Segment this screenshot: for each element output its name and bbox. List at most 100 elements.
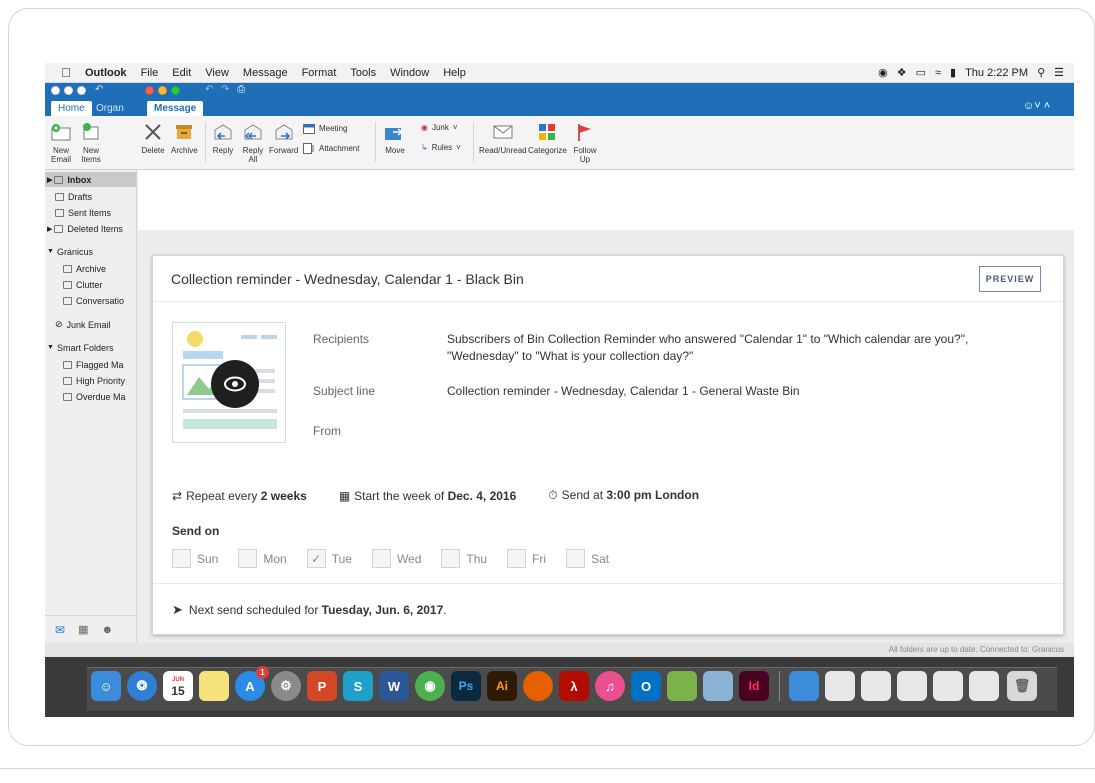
creative-cloud-icon[interactable]: ◉ [878,66,888,79]
menu-app-outlook[interactable]: Outlook [85,67,127,79]
preview-button[interactable]: PREVIEW [979,266,1041,292]
attachment-button[interactable]: Attachment [303,143,359,154]
preview-app-icon[interactable] [703,671,733,701]
tab-message[interactable]: Message [147,101,204,116]
new-items-button[interactable]: New Items [79,121,103,164]
wifi-icon[interactable]: ≈ [935,67,941,79]
message-zoom-button[interactable] [171,86,180,95]
checkbox[interactable] [172,549,191,568]
feedback-smiley-icon[interactable]: ☺˅ ˄ [1023,100,1050,112]
calendar-app-icon[interactable]: JUN 15 [163,671,193,701]
trash-can-icon[interactable]: 🗑 [1007,671,1037,701]
message-minimize-button[interactable] [158,86,167,95]
sidebar-item-clutter[interactable]: Clutter [45,277,136,292]
recent-window-thumbnail[interactable] [825,671,855,701]
rules-button[interactable]: ↳ Rules ˅ [421,143,461,152]
menu-tools[interactable]: Tools [350,67,376,79]
forward-button[interactable]: Forward [269,121,298,155]
undo-icon[interactable]: ↶ [95,84,103,95]
system-preferences-icon[interactable]: ⚙ [271,671,301,701]
sidebar-item-archive[interactable]: Archive [45,261,136,276]
day-checkbox-thu[interactable]: Thu [441,549,487,568]
menu-help[interactable]: Help [443,67,466,79]
powerpoint-icon[interactable]: P [307,671,337,701]
recent-window-thumbnail[interactable] [969,671,999,701]
dropbox-icon[interactable]: ❖ [897,66,907,79]
delete-button[interactable]: Delete [141,121,165,155]
minimize-button[interactable] [64,86,73,95]
indesign-icon[interactable]: Id [739,671,769,701]
word-icon[interactable]: W [379,671,409,701]
checkbox-checked[interactable]: ✓ [306,549,326,568]
acrobat-icon[interactable]: λ [559,671,589,701]
recent-window-thumbnail[interactable] [897,671,927,701]
menu-file[interactable]: File [141,67,159,79]
recent-window-thumbnail[interactable] [861,671,891,701]
itunes-icon[interactable]: ♫ [595,671,625,701]
menu-view[interactable]: View [205,67,229,79]
sidebar-account-granicus[interactable]: ▼ Granicus [45,244,136,259]
message-redo-icon[interactable]: ↷ [221,84,229,95]
day-checkbox-fri[interactable]: Fri [507,549,546,568]
menu-message[interactable]: Message [243,67,288,79]
checkbox[interactable] [441,549,461,568]
battery-icon[interactable]: ▮ [950,66,956,79]
tab-home[interactable]: Home [51,101,92,116]
day-checkbox-wed[interactable]: Wed [371,549,421,568]
menu-window[interactable]: Window [390,67,429,79]
menu-bar-clock[interactable]: Thu 2:22 PM [965,67,1028,79]
reply-all-button[interactable]: Reply All [241,121,265,164]
checkbox[interactable] [371,549,391,568]
notification-center-icon[interactable]: ☰ [1054,66,1064,79]
spotlight-search-icon[interactable]: ⚲ [1037,66,1045,79]
new-email-button[interactable]: New Email [49,121,73,164]
day-checkbox-sat[interactable]: Sat [566,549,609,568]
checkbox[interactable] [566,549,586,568]
sidebar-item-drafts[interactable]: Drafts [45,189,136,204]
junk-button[interactable]: ◉ Junk ˅ [421,123,458,132]
tab-organize[interactable]: Organ [89,101,131,116]
sidebar-item-inbox[interactable]: ▶ Inbox [45,172,136,187]
numbers-icon[interactable] [667,671,697,701]
reply-button[interactable]: Reply [211,121,235,155]
archive-button[interactable]: Archive [171,121,198,155]
downloads-folder-icon[interactable] [789,671,819,701]
menu-edit[interactable]: Edit [172,67,191,79]
checkbox[interactable] [238,549,258,568]
photoshop-icon[interactable]: Ps [451,671,481,701]
illustrator-icon[interactable]: Ai [487,671,517,701]
app-store-icon[interactable]: A1 [235,666,269,701]
day-checkbox-mon[interactable]: Mon [238,549,287,568]
message-close-button[interactable] [145,86,154,95]
mail-icon[interactable]: ✉ [55,623,65,637]
checkbox[interactable] [507,549,527,568]
categorize-button[interactable]: Categorize [528,121,567,155]
move-button[interactable]: Move [383,121,407,155]
sidebar-item-high-priority[interactable]: High Priority [45,373,136,388]
menu-format[interactable]: Format [302,67,337,79]
outlook-dock-icon[interactable]: O [631,671,661,701]
message-print-icon[interactable]: ⎙ [237,84,245,95]
people-icon[interactable]: ☻ [101,624,113,636]
read-unread-button[interactable]: Read/Unread [479,121,527,155]
sidebar-item-deleted-items[interactable]: ▶ Deleted Items [45,221,136,236]
airplay-icon[interactable]: ▭ [916,66,926,79]
sidebar-smart-folders[interactable]: ▼ Smart Folders [45,340,136,355]
close-button[interactable] [51,86,60,95]
sidebar-item-conversation-history[interactable]: Conversatio [45,293,136,308]
message-undo-icon[interactable]: ↶ [205,84,213,95]
safari-icon[interactable]: ❂ [127,671,157,701]
sidebar-item-junk-email[interactable]: ⊘ Junk Email [45,317,136,332]
notes-app-icon[interactable] [199,671,229,701]
firefox-icon[interactable] [523,671,553,701]
skype-icon[interactable]: S [343,671,373,701]
day-checkbox-sun[interactable]: Sun [172,549,218,568]
calendar-icon[interactable]: ▦ [78,623,88,636]
zoom-button[interactable] [77,86,86,95]
apple-icon[interactable]:  [57,65,75,80]
follow-up-button[interactable]: Follow Up [573,121,597,164]
sidebar-item-sent-items[interactable]: Sent Items [45,205,136,220]
chrome-icon[interactable]: ◉ [415,671,445,701]
message-thumbnail[interactable] [172,322,286,443]
recent-window-thumbnail[interactable] [933,671,963,701]
